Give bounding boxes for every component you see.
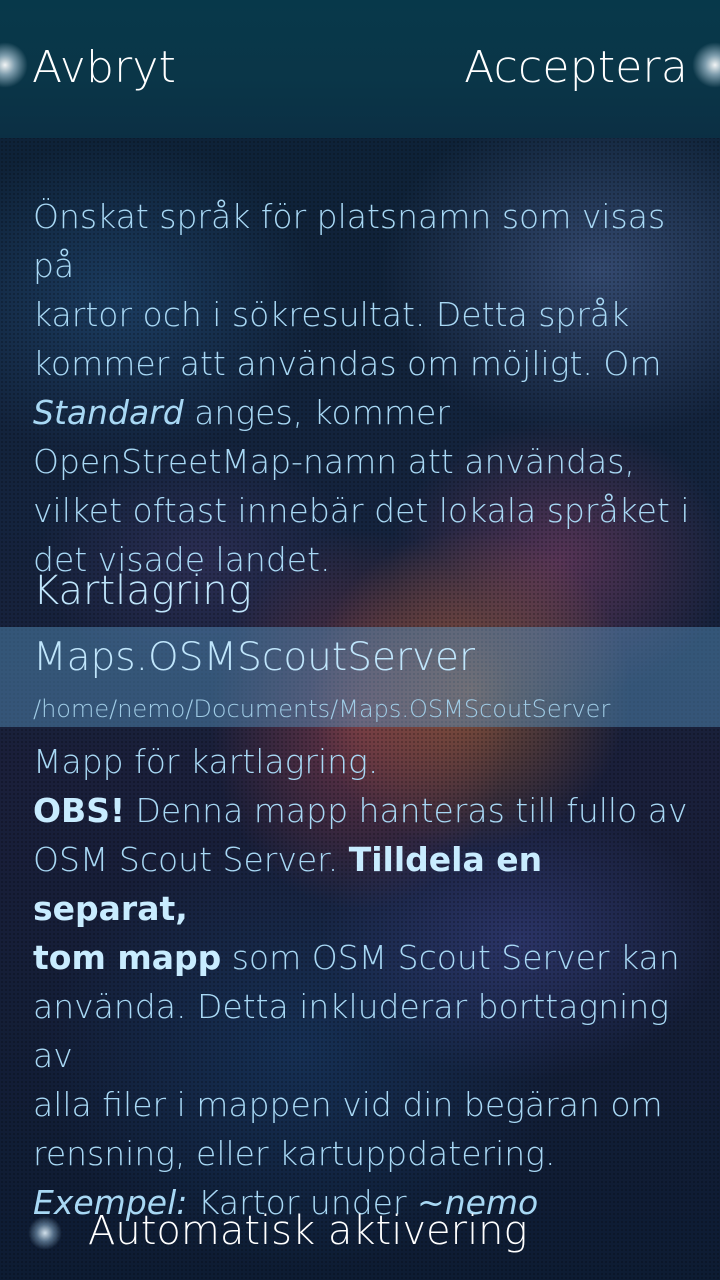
cancel-button[interactable]: Avbryt — [32, 42, 176, 93]
bold-text: tom mapp — [33, 938, 222, 977]
text-line: kartor och i sökresultat. Detta språk — [33, 295, 630, 334]
text-line: rensning, eller kartuppdatering. — [33, 1134, 556, 1173]
storage-folder-name: Maps.OSMScoutServer — [33, 635, 476, 680]
text-line: OSM Scout Server. Tilldela en separat, — [33, 835, 693, 933]
storage-description: Mapp för kartlagring. OBS! Denna mapp ha… — [33, 737, 693, 1227]
obs-label: OBS! — [33, 791, 126, 830]
text-span: som OSM Scout Server kan — [221, 938, 680, 977]
text-line: OpenStreetMap-namn att användas, — [33, 442, 635, 481]
text-line: alla filer i mappen vid din begäran om — [33, 1085, 663, 1124]
text-line: Önskat språk för platsnamn som visas på — [33, 197, 666, 285]
text-span: anges, kommer — [183, 393, 450, 432]
storage-section-title: Kartlagring — [33, 568, 252, 614]
auto-activation-switch[interactable]: Automatisk aktivering — [0, 1190, 720, 1280]
text-line: OBS! Denna mapp hanteras till fullo av — [33, 786, 693, 835]
text-line: använda. Detta inkluderar borttagning av — [33, 987, 670, 1075]
switch-indicator-icon — [28, 1216, 62, 1250]
storage-folder-selector[interactable]: Maps.OSMScoutServer /home/nemo/Documents… — [0, 627, 720, 727]
text-line: vilket oftast innebär det lokala språket… — [33, 491, 690, 530]
language-description: Önskat språk för platsnamn som visas på … — [33, 192, 693, 584]
text-span: OSM Scout Server. — [33, 840, 349, 879]
right-edge-glow-icon — [692, 42, 720, 88]
left-edge-glow-icon — [0, 42, 28, 88]
text-line: Mapp för kartlagring. — [33, 742, 379, 781]
dialog-header: Avbryt Acceptera — [0, 0, 720, 138]
text-span: Denna mapp hanteras till fullo av — [125, 791, 688, 830]
text-line: Standard anges, kommer — [33, 388, 693, 437]
storage-folder-path: /home/nemo/Documents/Maps.OSMScoutServer — [33, 695, 611, 723]
auto-activation-label: Automatisk aktivering — [88, 1208, 528, 1254]
emphasis-text: Standard — [33, 393, 184, 432]
text-line: tom mapp som OSM Scout Server kan — [33, 933, 693, 982]
accept-button[interactable]: Acceptera — [464, 42, 688, 93]
text-line: kommer att användas om möjligt. Om — [33, 344, 662, 383]
